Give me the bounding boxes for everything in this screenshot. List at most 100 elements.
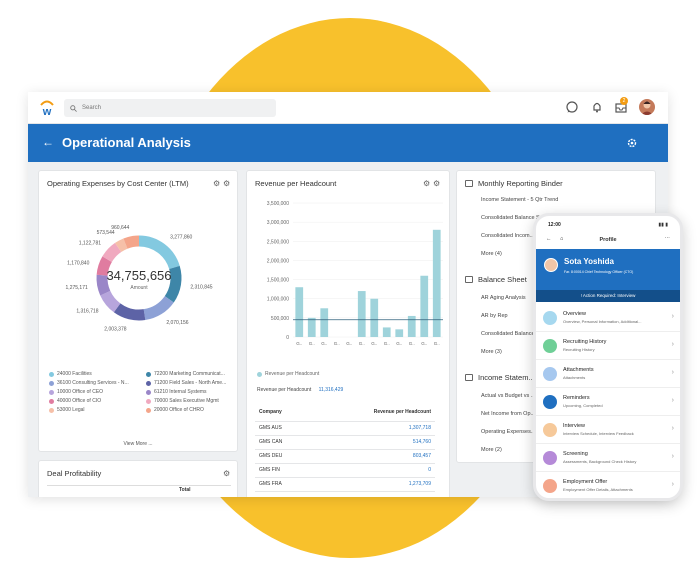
back-arrow-icon[interactable]: ← [42, 135, 54, 149]
bar[interactable] [382, 327, 391, 337]
binder-more-link[interactable]: More (2) [481, 447, 502, 453]
profile-menu-item[interactable]: Interview Interview Schedule, Interview F… [536, 416, 680, 444]
binder-section-header: Income Statem... [465, 373, 535, 382]
x-tick-label: G.. [409, 341, 415, 346]
workday-logo-icon[interactable]: w [38, 99, 56, 117]
menu-item-title: Attachments [563, 367, 594, 373]
legend-item[interactable]: 10000 Office of CEO [49, 389, 142, 395]
deal-card-title: Deal Profitability [47, 469, 102, 478]
revenue-cell[interactable]: 1,307,718 [313, 421, 435, 436]
settings-icon[interactable]: ⚙ [433, 179, 440, 188]
view-more-link[interactable]: View More ... [39, 441, 237, 447]
x-tick-label: G.. [396, 341, 402, 346]
binder-item[interactable]: Net Income from Op... [481, 411, 535, 417]
revenue-cell[interactable]: 1,273,709 [313, 477, 435, 492]
table-row[interactable]: GMS FIN 0 [255, 463, 435, 478]
profile-role: Far. 8:00014 Chief Technology Officer (C… [564, 270, 634, 274]
chat-icon[interactable] [565, 100, 579, 114]
pie-slice[interactable] [100, 290, 121, 313]
bar[interactable] [370, 298, 379, 337]
bar[interactable] [320, 308, 329, 337]
legend-item[interactable]: 61210 Internal Systems [146, 389, 237, 395]
table-row[interactable]: GMS FRA 1,273,709 [255, 477, 435, 492]
binder-item[interactable]: AR by Rep [481, 313, 508, 319]
summary-label: Revenue per Headcount [257, 387, 312, 393]
bar[interactable] [407, 315, 416, 337]
user-avatar[interactable] [639, 99, 655, 115]
bar[interactable] [307, 317, 316, 337]
y-tick-label: 500,000 [271, 316, 289, 322]
expenses-card: Operating Expenses by Cost Center (LTM) … [38, 170, 238, 452]
pie-slice[interactable] [123, 235, 140, 249]
legend-item[interactable]: 71200 Field Sales - North Ame... [146, 380, 237, 386]
profile-menu-item[interactable]: Employment Offer Employment Offer Details… [536, 472, 680, 498]
legend-label: 36100 Consulting Services - N... [57, 380, 129, 386]
summary-value[interactable]: 11,316,429 [319, 387, 344, 393]
menu-item-icon [543, 451, 557, 465]
notification-badge: 2 [620, 97, 628, 105]
bar[interactable] [357, 291, 366, 337]
search-input[interactable]: Search [64, 99, 276, 117]
column-header-revenue[interactable]: Revenue per Headcount [313, 403, 435, 422]
pie-slice[interactable] [102, 242, 122, 263]
binder-item[interactable]: Operating Expenses... [481, 429, 535, 435]
binder-more-link[interactable]: More (3) [481, 349, 502, 355]
x-tick-label: G.. [434, 341, 440, 346]
filter-icon[interactable]: ⚙ [423, 179, 430, 188]
pie-slice[interactable] [115, 238, 128, 253]
binder-item[interactable]: Consolidated Incom... [481, 233, 534, 239]
binder-item[interactable]: Actual vs Budget vs ... [481, 393, 535, 399]
profile-menu-item[interactable]: Attachments Attachments › [536, 360, 680, 388]
binder-item[interactable]: Income Statement - 5 Qtr Trend [481, 197, 558, 203]
y-tick-label: 1,500,000 [267, 278, 289, 284]
binder-section-title: Income Statem... [478, 373, 535, 382]
gear-icon[interactable] [626, 137, 638, 149]
action-required-banner[interactable]: ! Action Required: Interview [536, 290, 680, 302]
company-cell: GMS AUS [255, 421, 314, 436]
bell-icon[interactable] [590, 100, 604, 114]
pie-slice[interactable] [143, 295, 174, 321]
pie-slice[interactable] [113, 303, 146, 321]
slice-label: 2,070,156 [166, 320, 188, 326]
filter-icon[interactable]: ⚙ [213, 179, 220, 188]
donut-total-label: Amount [130, 285, 148, 291]
legend-item[interactable]: 24000 Facilities [49, 371, 142, 377]
profile-menu-item[interactable]: Recruiting History Recruiting History › [536, 332, 680, 360]
x-tick-label: G.. [296, 341, 302, 346]
legend-item[interactable]: 72200 Marketing Communicat... [146, 371, 237, 377]
bar[interactable] [432, 229, 441, 337]
revenue-cell[interactable]: 0 [313, 463, 435, 478]
legend-item[interactable]: 36100 Consulting Services - N... [49, 380, 142, 386]
legend-item[interactable]: 40000 Office of CIO [49, 398, 142, 404]
menu-item-subtitle: Recruiting History [563, 347, 595, 352]
company-cell: GMS CAN [255, 435, 314, 450]
profile-menu-item[interactable]: Overview Overview, Personal Information, … [536, 304, 680, 332]
slice-label: 2,003,378 [104, 326, 126, 332]
bar[interactable] [420, 275, 429, 337]
binder-item[interactable]: AR Aging Analysis [481, 295, 526, 301]
slice-label: 1,275,171 [66, 285, 88, 291]
table-row[interactable]: GMS AUS 1,307,718 [255, 421, 435, 436]
pie-slice[interactable] [96, 274, 111, 296]
settings-icon[interactable]: ⚙ [223, 179, 230, 188]
bar[interactable] [295, 287, 304, 337]
settings-icon[interactable]: ⚙ [223, 469, 230, 478]
revenue-card: Revenue per Headcount ⚙ ⚙ 3,500,000 3,000… [246, 170, 450, 497]
profile-menu-item[interactable]: Screening Assessments, Background Check H… [536, 444, 680, 472]
revenue-cell[interactable]: 803,457 [313, 449, 435, 464]
legend-item[interactable]: 53000 Legal [49, 407, 142, 413]
bar[interactable] [395, 329, 404, 337]
pie-slice[interactable] [138, 235, 180, 270]
table-row[interactable]: GMS CAN 514,760 [255, 435, 435, 450]
menu-item-icon [543, 423, 557, 437]
menu-item-subtitle: Attachments [563, 375, 586, 380]
table-row[interactable]: GMS DEU 803,457 [255, 449, 435, 464]
more-options-icon[interactable]: ··· [665, 235, 671, 241]
x-tick-label: G.. [371, 341, 377, 346]
profile-menu-item[interactable]: Reminders Upcoming, Completed › [536, 388, 680, 416]
revenue-cell[interactable]: 514,760 [313, 435, 435, 450]
column-header-company[interactable]: Company [255, 403, 314, 422]
legend-item[interactable]: 70000 Sales Executive Mgmt [146, 398, 237, 404]
legend-item[interactable]: 20000 Office of CHRO [146, 407, 237, 413]
binder-more-link[interactable]: More (4) [481, 251, 502, 257]
